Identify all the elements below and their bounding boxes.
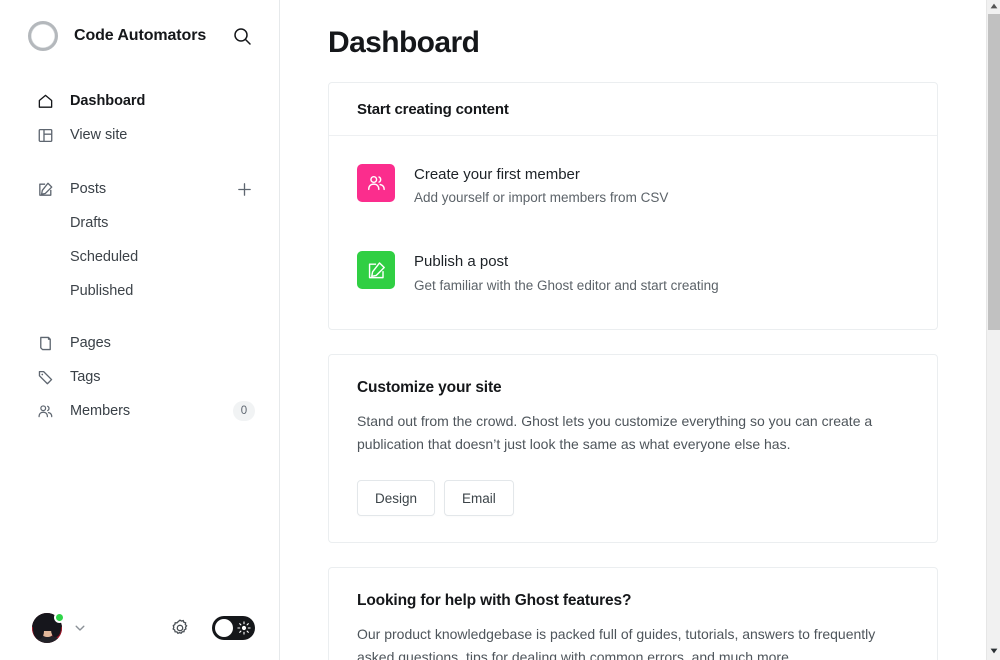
main-content: Dashboard Start creating content Create … xyxy=(280,0,1000,660)
sidebar-item-label: Tags xyxy=(70,369,101,385)
sidebar: Code Automators Dashboard View site Post… xyxy=(0,0,280,660)
sidebar-item-label: Members xyxy=(70,403,131,419)
todo-title: Publish a post xyxy=(414,253,509,271)
todo-list: Create your first member Add yourself or… xyxy=(329,136,937,329)
edit-square-icon xyxy=(357,251,395,290)
brand-name: Code Automators xyxy=(74,27,207,44)
card-customize-your-site: Customize your site Stand out from the c… xyxy=(328,353,938,544)
sidebar-item-published[interactable]: Published xyxy=(0,274,279,308)
sidebar-item-tags[interactable]: Tags xyxy=(0,360,279,394)
people-icon xyxy=(36,402,54,420)
sidebar-subitem-label: Drafts xyxy=(70,215,109,231)
nav-divider-gap xyxy=(0,308,279,326)
card-body: Customize your site Stand out from the c… xyxy=(329,355,937,542)
page-scrollbar[interactable] xyxy=(986,0,1000,660)
chevron-down-icon[interactable] xyxy=(72,620,88,636)
book-icon xyxy=(36,334,54,352)
card-description: Stand out from the crowd. Ghost lets you… xyxy=(357,412,873,453)
sidebar-subitem-label: Scheduled xyxy=(70,249,139,265)
card-title: Looking for help with Ghost features? xyxy=(357,592,632,610)
todo-subtitle: Add yourself or import members from CSV xyxy=(414,190,669,206)
layout-icon xyxy=(36,126,54,144)
app-root: Code Automators Dashboard View site Post… xyxy=(0,0,1000,660)
plus-icon[interactable] xyxy=(233,178,255,200)
todo-item-publish-post[interactable]: Publish a post Get familiar with the Gho… xyxy=(357,243,909,304)
gear-icon[interactable] xyxy=(168,616,192,640)
edit-square-icon xyxy=(36,180,54,198)
todo-subtitle: Get familiar with the Ghost editor and s… xyxy=(414,277,719,293)
todo-title: Create your first member xyxy=(414,166,580,183)
theme-toggle[interactable] xyxy=(212,616,255,640)
sun-icon xyxy=(236,620,251,635)
design-button[interactable]: Design xyxy=(357,480,436,517)
sidebar-item-view-site[interactable]: View site xyxy=(0,118,279,152)
members-count-badge: 0 xyxy=(233,401,255,421)
main-inner: Dashboard Start creating content Create … xyxy=(280,0,1000,660)
todo-text: Publish a post Get familiar with the Gho… xyxy=(414,251,719,294)
card-title: Customize your site xyxy=(357,378,502,396)
tag-icon xyxy=(36,368,54,386)
people-icon xyxy=(357,164,395,202)
todo-item-create-member[interactable]: Create your first member Add yourself or… xyxy=(357,156,909,217)
sidebar-item-posts[interactable]: Posts xyxy=(0,172,279,206)
triangle-up-icon[interactable] xyxy=(987,0,1000,12)
sidebar-item-drafts[interactable]: Drafts xyxy=(0,206,279,240)
sidebar-item-label: View site xyxy=(70,127,128,143)
sidebar-item-label: Posts xyxy=(70,181,107,197)
nav-divider-gap xyxy=(0,152,279,172)
status-badge xyxy=(54,612,65,623)
scrollbar-thumb[interactable] xyxy=(988,14,1000,330)
sidebar-item-label: Pages xyxy=(70,335,111,351)
sidebar-item-label: Dashboard xyxy=(70,93,146,109)
triangle-down-icon[interactable] xyxy=(987,645,1000,657)
sidebar-subitem-label: Published xyxy=(70,283,134,299)
sidebar-nav: Dashboard View site Posts Drafts Schedul… xyxy=(0,72,279,596)
avatar[interactable] xyxy=(32,612,65,643)
sidebar-item-members[interactable]: Members 0 xyxy=(0,394,279,428)
card-description: Our product knowledgebase is packed full… xyxy=(357,626,876,660)
card-start-creating-content: Start creating content Create your first… xyxy=(328,82,938,330)
home-icon xyxy=(36,92,54,110)
card-ghost-features-help: Looking for help with Ghost features? Ou… xyxy=(328,567,938,660)
theme-toggle-knob xyxy=(215,619,233,637)
email-button[interactable]: Email xyxy=(444,480,514,517)
sidebar-item-dashboard[interactable]: Dashboard xyxy=(0,84,279,118)
sidebar-item-scheduled[interactable]: Scheduled xyxy=(0,240,279,274)
todo-text: Create your first member Add yourself or… xyxy=(414,164,668,207)
card-header: Start creating content xyxy=(329,83,937,136)
search-icon[interactable] xyxy=(229,23,255,49)
brand-row: Code Automators xyxy=(0,0,279,72)
button-row: Design Email xyxy=(357,480,909,517)
card-body: Looking for help with Ghost features? Ou… xyxy=(329,568,937,660)
sidebar-item-pages[interactable]: Pages xyxy=(0,326,279,360)
sidebar-footer xyxy=(0,596,279,660)
circle-logo xyxy=(28,21,58,51)
page-title: Dashboard xyxy=(328,26,480,59)
